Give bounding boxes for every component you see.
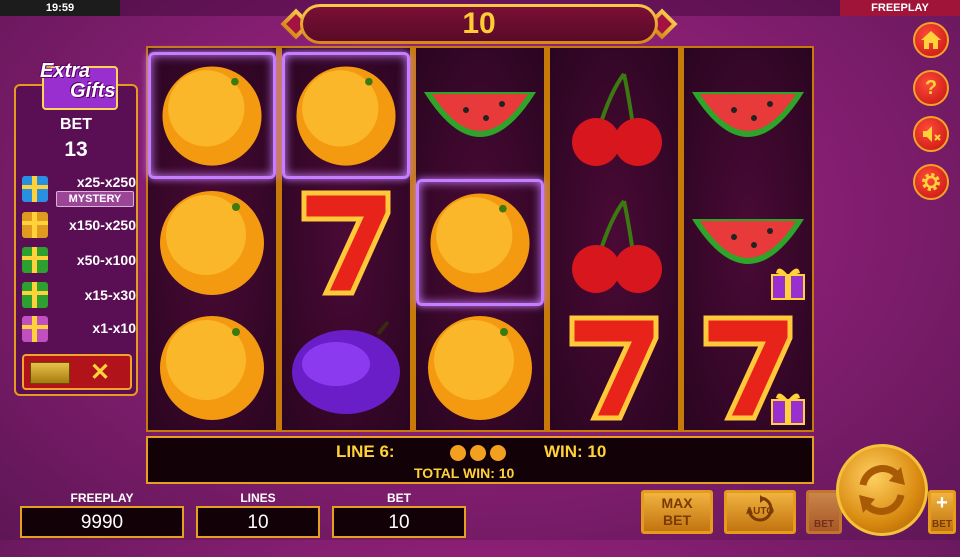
gift-blue-icon bbox=[22, 176, 48, 202]
win-counter-value: 10 bbox=[303, 7, 655, 41]
home-icon bbox=[921, 31, 941, 49]
seven-symbol bbox=[282, 179, 410, 306]
clock: 19:59 bbox=[0, 0, 120, 16]
watermelon-symbol bbox=[416, 52, 544, 179]
orange-symbol bbox=[148, 52, 276, 179]
orange-symbol bbox=[416, 179, 544, 306]
watermelon-symbol bbox=[684, 52, 812, 179]
gift-badge-icon bbox=[771, 393, 805, 425]
seven-symbol bbox=[684, 304, 812, 431]
question-icon: ? bbox=[924, 77, 938, 99]
bet-label: BET bbox=[387, 491, 411, 505]
close-icon[interactable]: ✕ bbox=[90, 358, 110, 387]
win-counter: 10 bbox=[300, 4, 658, 44]
lines-value: 10 bbox=[196, 506, 320, 538]
sound-button[interactable] bbox=[913, 116, 949, 152]
max-bet-button[interactable]: MAX BET bbox=[641, 490, 713, 534]
reel-5 bbox=[684, 48, 812, 430]
total-win-label: TOTAL WIN: 10 bbox=[414, 465, 515, 481]
bonus-toggle[interactable]: ✕ bbox=[22, 354, 132, 390]
panel-bet-label: BET bbox=[60, 116, 92, 133]
lines-label: LINES bbox=[240, 491, 276, 505]
orange-symbol bbox=[416, 304, 544, 431]
win-label: WIN: 10 bbox=[544, 442, 607, 461]
reel-3 bbox=[416, 48, 544, 430]
gift-green-icon bbox=[22, 282, 48, 308]
win-info-bar: LINE 6: WIN: 10 TOTAL WIN: 10 bbox=[146, 436, 814, 484]
plus-icon: + bbox=[936, 492, 948, 514]
credit-label: FREEPLAY bbox=[70, 491, 134, 505]
orange-symbol bbox=[282, 52, 410, 179]
gift-green-icon bbox=[22, 247, 48, 273]
cherry-symbol bbox=[550, 179, 678, 306]
bet-increase-button[interactable]: + BET bbox=[928, 490, 956, 534]
gift-badge-icon bbox=[771, 268, 805, 300]
tier-multiplier: x1-x10 bbox=[92, 320, 136, 336]
reel-4 bbox=[550, 48, 678, 430]
settings-button[interactable] bbox=[913, 164, 949, 200]
spin-icon bbox=[859, 465, 905, 515]
orange-symbol bbox=[148, 179, 276, 306]
panel-bet-value: 13 bbox=[64, 138, 88, 161]
plum-symbol bbox=[282, 304, 410, 431]
toggle-switch[interactable] bbox=[30, 362, 70, 384]
gift-pink-icon bbox=[22, 316, 48, 342]
seven-symbol bbox=[550, 304, 678, 431]
mystery-label: MYSTERY bbox=[56, 191, 134, 207]
tier-multiplier: x50-x100 bbox=[76, 252, 136, 268]
speaker-muted-icon bbox=[923, 126, 941, 142]
tier-multiplier: x150-x250 bbox=[69, 217, 136, 233]
line-orange-icons bbox=[450, 445, 506, 461]
bet-value: 10 bbox=[332, 506, 466, 538]
tier-multiplier: x15-x30 bbox=[84, 287, 136, 303]
help-button[interactable]: ? bbox=[913, 70, 949, 106]
reel-1 bbox=[148, 48, 276, 430]
extra-gifts-logo: Extra Gifts bbox=[34, 50, 126, 110]
gear-icon bbox=[922, 173, 940, 191]
reel-2 bbox=[282, 48, 410, 430]
credit-value: 9990 bbox=[20, 506, 184, 538]
auto-button[interactable]: AUTO bbox=[724, 490, 796, 534]
reel-area bbox=[146, 46, 814, 432]
spin-button[interactable] bbox=[836, 444, 928, 536]
orange-symbol bbox=[148, 304, 276, 431]
line-label: LINE 6: bbox=[336, 442, 395, 461]
gift-gold-icon bbox=[22, 212, 48, 238]
home-button[interactable] bbox=[913, 22, 949, 58]
watermelon-symbol bbox=[684, 179, 812, 306]
mode-badge: FREEPLAY bbox=[840, 0, 960, 16]
cherry-symbol bbox=[550, 52, 678, 179]
tier-multiplier: x25-x250 bbox=[76, 174, 136, 190]
